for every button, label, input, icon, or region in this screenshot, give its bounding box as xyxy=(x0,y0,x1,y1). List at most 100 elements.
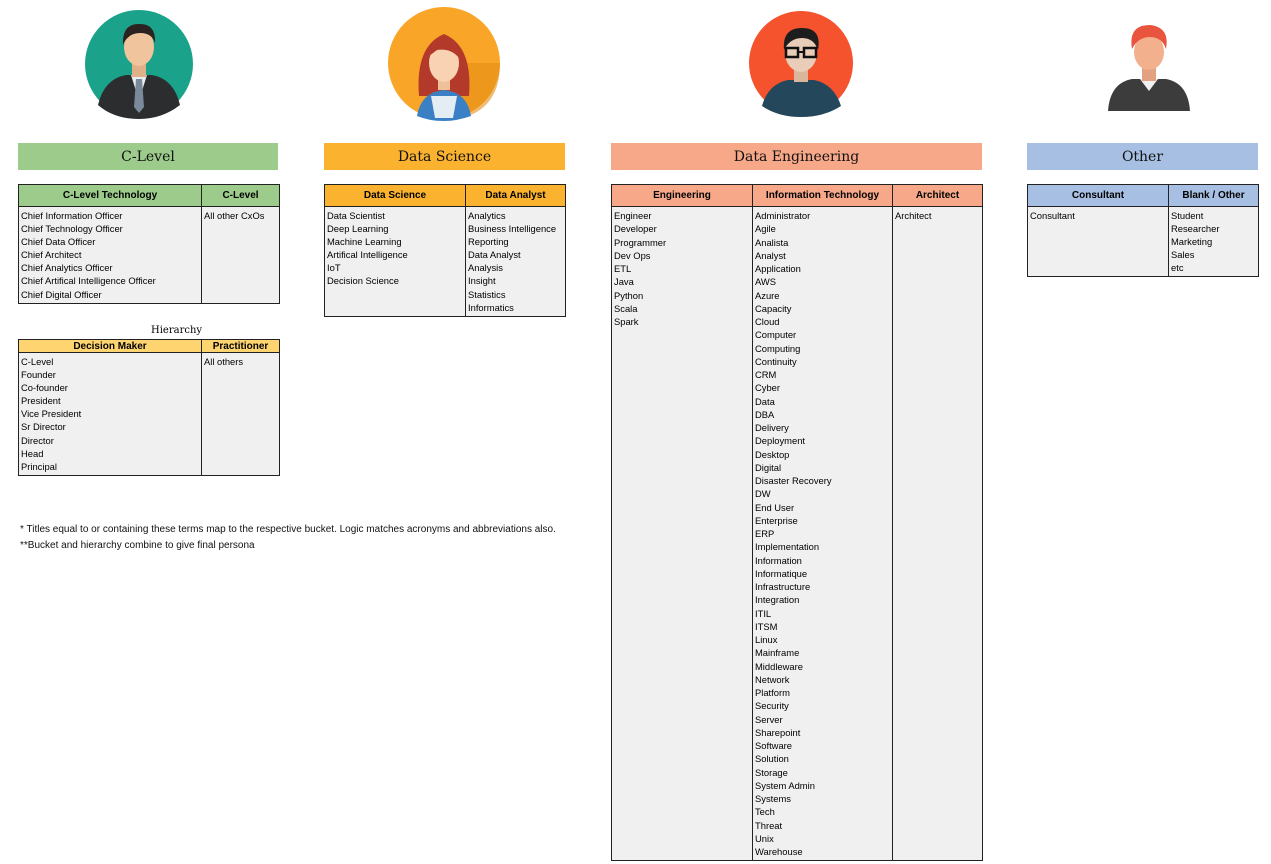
term-item: Sr Director xyxy=(21,421,66,433)
term-item: Desktop xyxy=(755,448,790,460)
woman-avatar-icon xyxy=(388,7,500,121)
term-item: Infrastructure xyxy=(755,581,811,592)
term-item: Azure xyxy=(755,289,780,301)
term-item: Warehouse xyxy=(755,846,803,857)
term-item: Sales xyxy=(1171,249,1195,261)
term-item: Security xyxy=(755,700,789,712)
term-item: Sharepoint xyxy=(755,726,801,738)
term-item: ITSM xyxy=(755,620,778,632)
term-item: Server xyxy=(755,713,783,725)
term-list: Administrator Agile Analista Analyst Applica… xyxy=(752,206,893,861)
term-list: All other CxOs xyxy=(201,206,280,304)
term-list: Chief Information Officer Chief Technolog… xyxy=(18,206,202,304)
term-item: Chief Digital Officer xyxy=(21,288,102,300)
term-item: Implementation xyxy=(755,541,820,553)
term-item: Agile xyxy=(755,223,776,235)
term-item: Consultant xyxy=(1030,210,1075,221)
term-item: Developer xyxy=(614,223,657,235)
term-item: Cloud xyxy=(755,316,780,327)
term-item: ERP xyxy=(755,528,775,539)
man-in-suit-avatar-icon xyxy=(85,10,193,119)
term-item: Informatique xyxy=(755,567,808,579)
term-list: C-Level Founder Co-founder President Vice Pr… xyxy=(18,352,202,476)
term-item: Cyber xyxy=(755,382,781,394)
term-item: Systems xyxy=(755,793,791,804)
term-item: Insight xyxy=(468,275,496,287)
term-item: Analista xyxy=(755,236,789,248)
term-item: Machine Learning xyxy=(327,236,402,248)
term-item: Engineer xyxy=(614,210,652,221)
term-list: Architect xyxy=(892,206,983,861)
column-header: Consultant xyxy=(1027,184,1169,207)
term-item: Capacity xyxy=(755,302,792,314)
term-item: Business Intelligence xyxy=(468,223,557,235)
term-item: ETL xyxy=(614,263,632,274)
column-header: Architect xyxy=(892,184,983,207)
term-item: Unix xyxy=(755,832,774,844)
term-item: Middleware xyxy=(755,660,803,672)
term-item: Enterprise xyxy=(755,514,798,526)
term-item: Solution xyxy=(755,753,789,765)
term-item: Spark xyxy=(614,316,639,327)
term-item: Analyst xyxy=(755,249,786,261)
column-header: Engineering xyxy=(611,184,753,207)
column-header: C-Level Technology xyxy=(18,184,202,207)
column-header: Data Analyst xyxy=(465,184,566,207)
term-list: Analytics Business Intelligence Reporting D… xyxy=(465,206,566,317)
term-item: All other CxOs xyxy=(204,210,265,221)
term-item: End User xyxy=(755,501,795,513)
term-item: President xyxy=(21,395,61,407)
column-header: Information Technology xyxy=(752,184,893,207)
term-item: Programmer xyxy=(614,236,667,248)
term-item: Chief Analytics Officer xyxy=(21,262,113,274)
other-table: Consultant Blank / Other Consultant Stud… xyxy=(1027,184,1259,278)
term-item: Chief Architect xyxy=(21,249,82,261)
term-item: CRM xyxy=(755,369,777,380)
term-item: Application xyxy=(755,263,801,274)
term-item: DBA xyxy=(755,408,775,420)
term-item: Disaster Recovery xyxy=(755,475,832,486)
bucket-header-data-science: Data Science xyxy=(324,143,565,170)
term-item: Computer xyxy=(755,329,797,341)
footnote-persona: **Bucket and hierarchy combine to give f… xyxy=(20,540,255,551)
term-item: Analytics xyxy=(468,210,506,221)
term-item: Informatics xyxy=(468,301,514,313)
column-header: C-Level xyxy=(201,184,280,207)
term-item: Digital xyxy=(755,461,782,473)
bucket-header-clevel: C-Level xyxy=(18,143,278,170)
term-list: Data Scientist Deep Learning Machine Learn… xyxy=(324,206,466,317)
term-item: Artifical Intelligence xyxy=(327,249,408,261)
term-item: Data Scientist xyxy=(327,210,385,221)
term-item: System Admin xyxy=(755,779,815,791)
term-item: Tech xyxy=(755,806,775,818)
term-item: Data Analyst xyxy=(468,249,521,261)
term-item: Founder xyxy=(21,369,56,381)
term-item: Software xyxy=(755,740,792,751)
term-item: Vice President xyxy=(21,408,82,420)
term-item: Threat xyxy=(755,819,783,831)
column-header: Data Science xyxy=(324,184,466,207)
term-item: Architect xyxy=(895,210,932,221)
term-item: Chief Data Officer xyxy=(21,236,96,248)
term-item: C-Level xyxy=(21,356,54,367)
hierarchy-caption: Hierarchy xyxy=(151,325,203,336)
term-item: ITIL xyxy=(755,607,772,619)
column-header: Practitioner xyxy=(201,339,280,353)
term-item: Co-founder xyxy=(21,382,68,394)
footnote-mapping: * Titles equal to or containing these te… xyxy=(20,524,556,535)
man-with-glasses-avatar-icon xyxy=(749,11,853,117)
column-header: Decision Maker xyxy=(18,339,202,353)
term-item: Director xyxy=(21,434,54,446)
term-item: Python xyxy=(614,289,644,301)
column-header: Blank / Other xyxy=(1168,184,1259,207)
bucket-header-other: Other xyxy=(1027,143,1258,170)
term-item: Head xyxy=(21,447,44,459)
term-item: Principal xyxy=(21,460,57,472)
term-item: AWS xyxy=(755,276,777,288)
term-item: Storage xyxy=(755,766,788,778)
term-item: Student xyxy=(1171,210,1204,221)
term-list: Engineer Developer Programmer Dev Ops ETL Jav… xyxy=(611,206,753,861)
term-item: Analysis xyxy=(468,262,503,274)
term-item: Chief Artifical Intelligence Officer xyxy=(21,275,156,287)
term-item: Integration xyxy=(755,594,800,606)
